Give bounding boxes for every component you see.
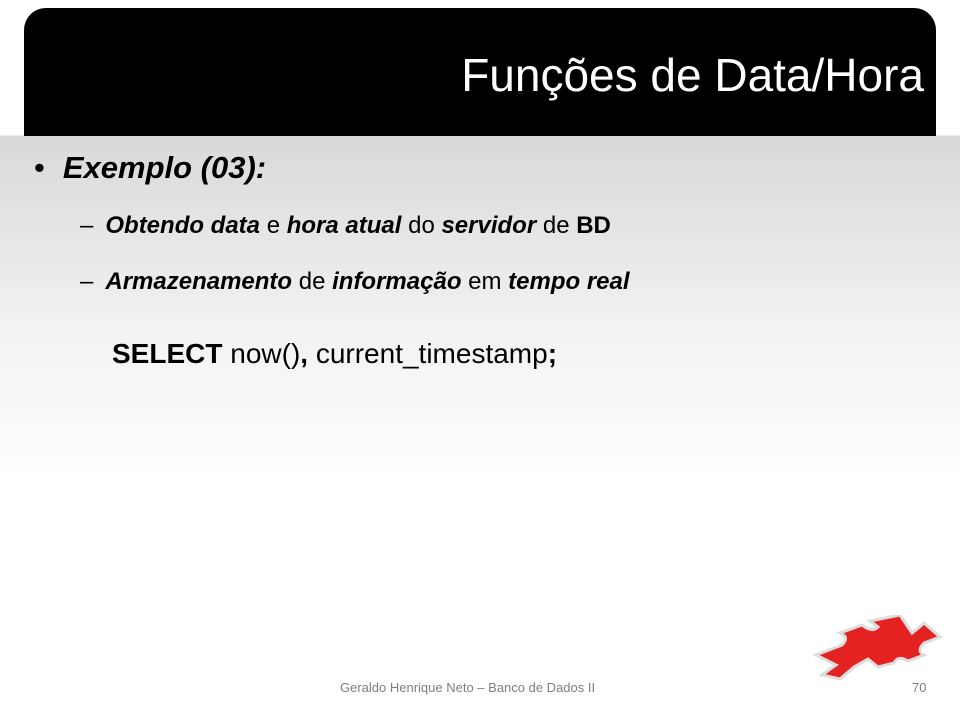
text: , bbox=[300, 338, 309, 369]
text: Armazenamento bbox=[105, 268, 293, 295]
text: informação bbox=[332, 268, 462, 295]
sql-keyword: SELECT bbox=[112, 338, 223, 369]
text: Obtendo data bbox=[105, 212, 261, 239]
title-bar: Funções de Data/Hora bbox=[24, 8, 936, 136]
footer-text: Geraldo Henrique Neto – Banco de Dados I… bbox=[340, 680, 596, 695]
text: hora atual bbox=[286, 212, 402, 239]
sub-bullet-2: – Armazenamento de informação em tempo re… bbox=[80, 268, 630, 296]
text: em bbox=[461, 268, 509, 295]
puzzle-logo-icon bbox=[812, 615, 942, 680]
text: ; bbox=[547, 338, 558, 369]
bullet-example: • Exemplo (03): bbox=[34, 150, 266, 186]
text: tempo real bbox=[508, 268, 630, 295]
sql-statement: SELECT now(), current_timestamp; bbox=[112, 338, 557, 370]
bullet-label: Exemplo (03): bbox=[62, 150, 267, 185]
sub-bullet-1: – Obtendo data e hora atual do servidor d… bbox=[80, 212, 611, 240]
bullet-icon: • bbox=[34, 150, 45, 185]
text: BD bbox=[576, 212, 611, 239]
dash: – bbox=[80, 268, 94, 295]
text: do bbox=[401, 212, 442, 239]
text: servidor bbox=[441, 212, 537, 239]
text: de bbox=[536, 212, 577, 239]
slide-title: Funções de Data/Hora bbox=[461, 49, 924, 101]
text: e bbox=[260, 212, 287, 239]
text: de bbox=[292, 268, 333, 295]
text: current_timestamp bbox=[308, 338, 548, 369]
page-number: 70 bbox=[912, 680, 927, 695]
text: now() bbox=[222, 338, 301, 369]
dash: – bbox=[80, 212, 94, 239]
